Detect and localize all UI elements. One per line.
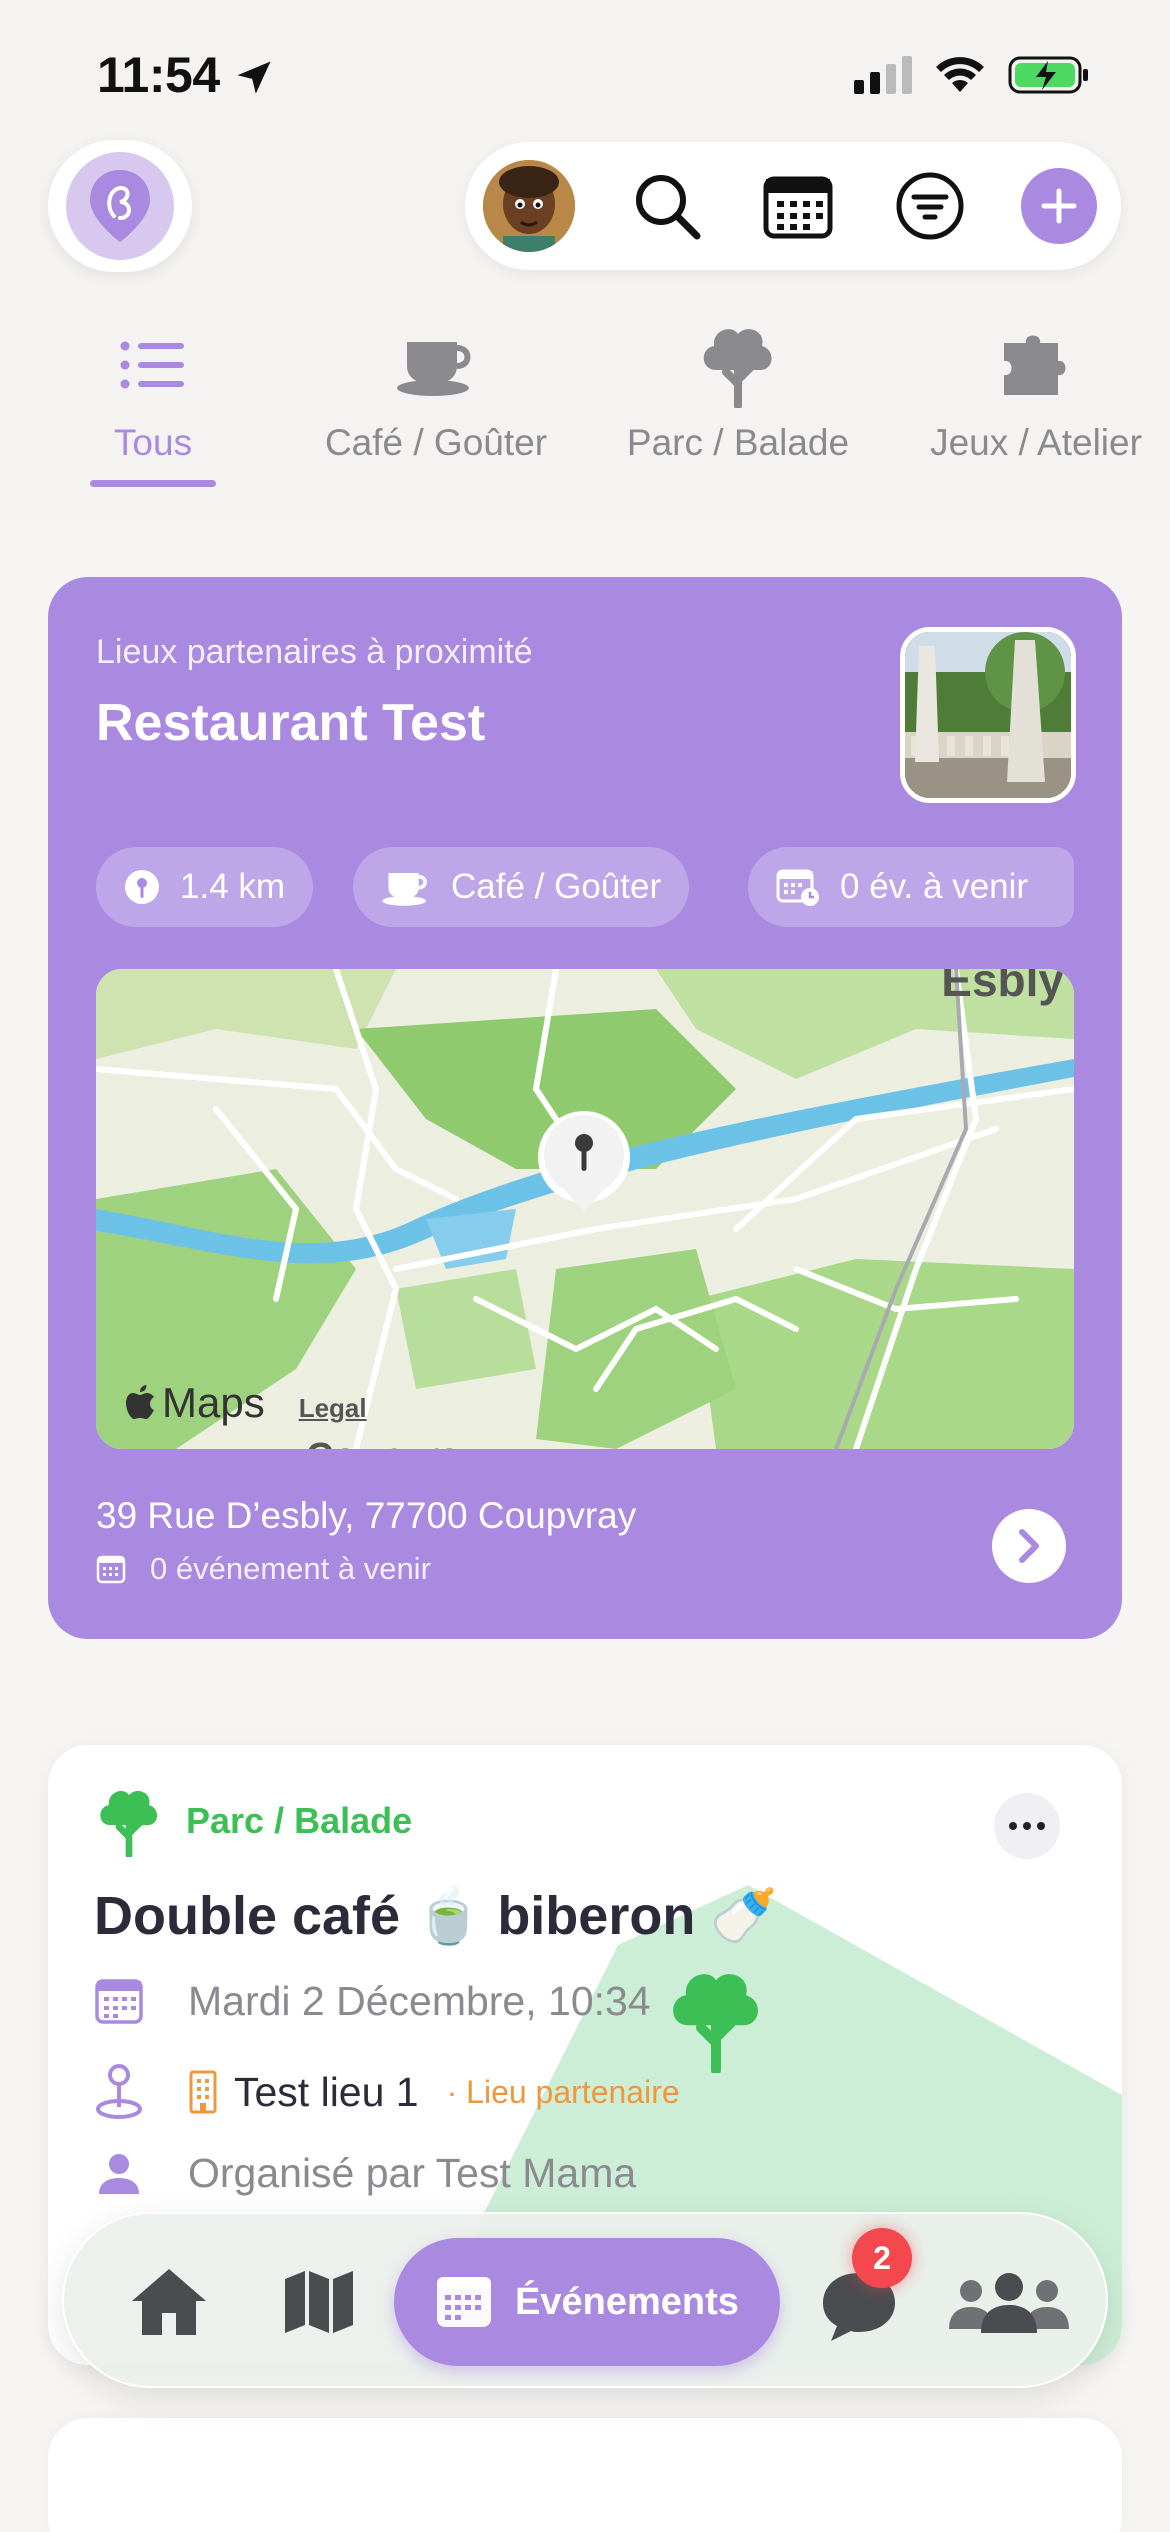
coffee-cup-icon	[382, 873, 427, 906]
top-bar	[0, 140, 1170, 280]
tab-label: Café / Goûter	[324, 422, 548, 463]
partner-events-text: 0 événement à venir	[150, 1551, 431, 1586]
next-event-card[interactable]	[48, 2418, 1122, 2532]
nav-events-label: Événements	[515, 2280, 739, 2323]
building-icon	[189, 2070, 217, 2114]
map-icon	[285, 2271, 353, 2333]
nav-home[interactable]	[124, 2262, 214, 2342]
event-title: Double café 🍵 biberon 🍼	[94, 1886, 778, 1946]
active-tab-indicator	[90, 480, 216, 487]
partner-photo	[900, 627, 1076, 803]
distance-chip: 1.4 km	[96, 847, 314, 927]
apple-logo-icon	[126, 1385, 154, 1419]
location-pin-icon	[125, 870, 159, 904]
person-icon	[99, 2153, 139, 2194]
chat-unread-badge: 2	[852, 2228, 912, 2288]
add-button[interactable]	[1021, 168, 1097, 244]
tree-icon	[673, 1974, 758, 2073]
battery-charging-icon	[1008, 56, 1088, 94]
tab-label: Jeux / Atelier	[930, 422, 1142, 463]
tab-cafe-gouter[interactable]: Café / Goûter	[316, 320, 556, 464]
cellular-signal-icon	[854, 56, 912, 94]
partner-card[interactable]: Lieux partenaires à proximité Restaurant…	[48, 577, 1122, 1639]
event-date: Mardi 2 Décembre, 10:34	[188, 1977, 651, 2024]
event-category-label: Parc / Balade	[186, 1800, 413, 1841]
event-more-button[interactable]	[994, 1793, 1060, 1859]
calendar-icon	[96, 1555, 126, 1584]
map-place-bottom: Coupvray	[306, 1436, 481, 1449]
status-time: 11:54	[97, 47, 220, 103]
partner-address: 39 Rue D’esbly, 77700 Coupvray	[96, 1495, 637, 1536]
maps-attribution: Maps Legal	[126, 1379, 367, 1427]
tab-tous[interactable]: Tous	[93, 320, 213, 464]
coffee-cup-icon	[316, 320, 556, 410]
location-map[interactable]: Esbly Coupvray Maps Legal	[96, 969, 1074, 1449]
category-value: Café / Goûter	[451, 867, 662, 906]
partner-tag: · Lieu partenaire	[446, 2073, 680, 2110]
event-organizer-row: Organisé par Test Mama	[94, 2150, 636, 2197]
event-place-name[interactable]: Test lieu 1	[234, 2069, 419, 2116]
home-icon	[132, 2269, 206, 2335]
calendar-clock-icon	[776, 869, 819, 906]
puzzle-icon	[918, 320, 1154, 410]
partner-name: Restaurant Test	[96, 694, 486, 752]
tab-label: Parc / Balade	[626, 422, 850, 463]
upcoming-events-chip: 0 év. à venir	[748, 847, 1074, 927]
maps-legal-link[interactable]: Legal	[299, 1393, 367, 1424]
partner-subtitle: Lieux partenaires à proximité	[96, 633, 533, 671]
user-avatar[interactable]	[483, 160, 575, 252]
app-logo-button[interactable]	[48, 140, 192, 272]
partner-details-button[interactable]	[992, 1509, 1066, 1583]
nav-community[interactable]	[944, 2262, 1074, 2342]
category-chip: Café / Goûter	[353, 847, 690, 927]
nav-map[interactable]	[274, 2262, 364, 2342]
status-bar: 11:54	[0, 0, 1170, 150]
maps-brand: Maps	[162, 1379, 265, 1426]
bottom-nav: Événements 2	[62, 2212, 1108, 2388]
tree-icon	[618, 320, 858, 410]
calendar-icon[interactable]	[758, 166, 838, 246]
event-date-row: Mardi 2 Décembre, 10:34	[94, 1977, 651, 2025]
app-logo-icon	[66, 152, 174, 260]
wifi-icon	[936, 57, 984, 92]
location-arrow-icon	[237, 61, 271, 94]
tab-label: Tous	[113, 422, 193, 463]
search-icon[interactable]	[627, 166, 707, 246]
event-place-row: Test lieu 1 · Lieu partenaire	[94, 2063, 680, 2121]
plus-icon	[1041, 188, 1077, 224]
map-pin-icon	[96, 2064, 142, 2119]
event-category: Parc / Balade	[94, 1785, 412, 1857]
calendar-icon	[95, 1979, 143, 2024]
nav-events[interactable]: Événements	[394, 2238, 780, 2366]
header-toolbar	[465, 142, 1121, 270]
list-icon	[93, 320, 213, 410]
tree-icon	[100, 1790, 158, 1857]
tab-jeux-atelier[interactable]: Jeux / Atelier	[918, 320, 1154, 464]
calendar-icon	[437, 2277, 492, 2327]
category-tabs: Tous Café / Goûter Parc / Balade Jeux / …	[0, 320, 1170, 520]
upcoming-value: 0 év. à venir	[840, 867, 1029, 906]
distance-value: 1.4 km	[180, 867, 286, 906]
partner-events-row: 0 événement à venir	[96, 1551, 431, 1587]
chevron-right-icon	[1019, 1529, 1039, 1563]
map-place-top: Esbly	[941, 969, 1064, 1006]
filter-icon[interactable]	[890, 166, 970, 246]
event-organizer: Organisé par Test Mama	[188, 2150, 637, 2196]
people-group-icon	[949, 2273, 1069, 2333]
tab-parc-balade[interactable]: Parc / Balade	[618, 320, 858, 464]
